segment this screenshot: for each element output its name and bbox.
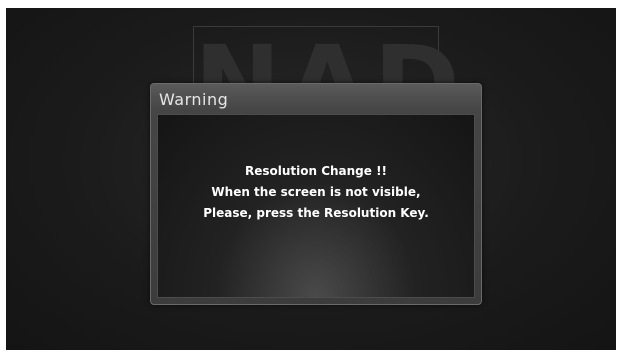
- dialog-title: Warning: [159, 90, 229, 109]
- warning-message: Resolution Change !! When the screen is …: [158, 161, 474, 224]
- warning-dialog: Warning Resolution Change !! When the sc…: [150, 83, 482, 305]
- message-line-2: When the screen is not visible,: [211, 185, 421, 199]
- message-line-3: Please, press the Resolution Key.: [203, 206, 429, 220]
- message-line-1: Resolution Change !!: [244, 164, 388, 178]
- dialog-body: Resolution Change !! When the screen is …: [157, 114, 475, 298]
- tv-screen: NAD Warning Resolution Change !! When th…: [6, 8, 616, 350]
